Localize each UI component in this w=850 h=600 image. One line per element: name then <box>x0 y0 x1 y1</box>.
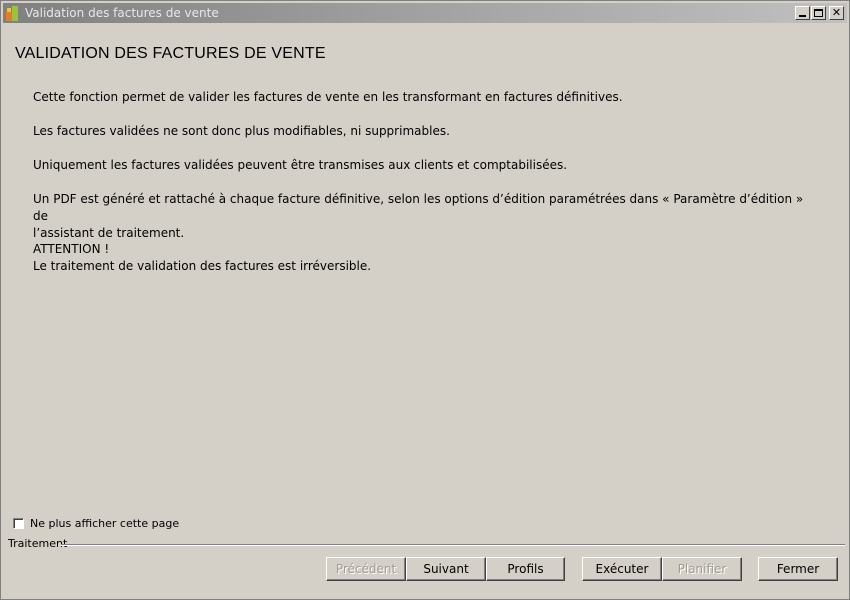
previous-button[interactable]: Précédent <box>326 557 406 581</box>
maximize-icon <box>814 9 823 17</box>
title-bar[interactable]: Validation des factures de vente ✕ <box>3 3 847 23</box>
window-title: Validation des factures de vente <box>25 6 219 20</box>
description-paragraph: Les factures validées ne sont donc plus … <box>33 124 450 138</box>
description-paragraph: Un PDF est généré et rattaché à chaque f… <box>33 192 804 240</box>
profiles-button[interactable]: Profils <box>486 557 565 581</box>
close-button[interactable]: ✕ <box>829 6 844 20</box>
description-paragraph: Cette fonction permet de valider les fac… <box>33 90 623 104</box>
app-logo-icon <box>6 6 22 21</box>
description-paragraph: Uniquement les factures validées peuvent… <box>33 158 568 172</box>
close-icon: ✕ <box>831 6 842 19</box>
minimize-button[interactable] <box>795 6 810 20</box>
maximize-button[interactable] <box>811 6 826 20</box>
warning-paragraph: ATTENTION ! Le traitement de validation … <box>33 242 372 273</box>
group-label-traitement: Traitement <box>8 537 68 550</box>
page-title: VALIDATION DES FACTURES DE VENTE <box>15 45 326 62</box>
schedule-button[interactable]: Planifier <box>662 557 742 581</box>
next-button[interactable]: Suivant <box>406 557 486 581</box>
hide-page-label[interactable]: Ne plus afficher cette page <box>30 517 179 531</box>
minimize-icon <box>799 15 806 17</box>
hide-page-checkbox[interactable] <box>13 518 24 529</box>
execute-button[interactable]: Exécuter <box>582 557 662 581</box>
wizard-window: Validation des factures de vente ✕ VALID… <box>0 0 850 600</box>
close-wizard-button[interactable]: Fermer <box>758 557 838 581</box>
group-divider <box>61 544 845 546</box>
